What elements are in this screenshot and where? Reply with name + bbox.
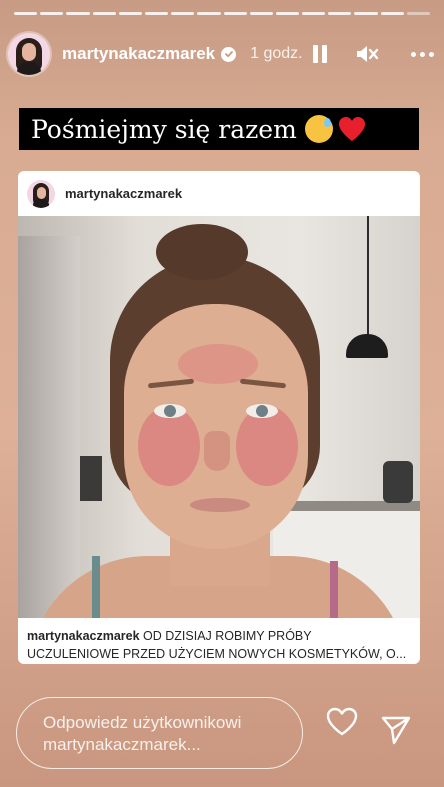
story-header: martynakaczmarek 1 godz.: [8, 30, 434, 78]
send-icon[interactable]: [380, 714, 412, 746]
mute-icon[interactable]: [355, 43, 379, 65]
post-caption-username: martynakaczmarek: [27, 629, 140, 643]
post-username[interactable]: martynakaczmarek: [65, 186, 182, 201]
shared-post-card[interactable]: martynakaczmarek martynakaczmarek OD DZI…: [18, 171, 420, 664]
progress-segment: [275, 12, 300, 15]
heart-icon[interactable]: [325, 706, 359, 738]
avatar[interactable]: [8, 33, 50, 75]
story-timestamp: 1 godz.: [250, 45, 303, 62]
progress-segment: [40, 12, 64, 15]
story-username[interactable]: martynakaczmarek: [62, 44, 215, 64]
progress-segment: [92, 12, 116, 15]
story-caption-banner: Pośmiejmy się razem: [19, 108, 419, 150]
progress-segment: [406, 12, 430, 15]
post-header: martynakaczmarek: [18, 171, 420, 216]
post-photo[interactable]: [18, 216, 420, 618]
progress-segment: [223, 12, 247, 15]
progress-segment: [144, 12, 169, 15]
progress-segment: [66, 12, 90, 15]
reply-input[interactable]: Odpowiedz użytkownikowi martynakaczmarek…: [16, 697, 303, 769]
progress-segment: [249, 12, 273, 15]
more-icon[interactable]: [411, 51, 434, 57]
sweat-smile-emoji: [304, 115, 333, 143]
progress-segment: [328, 12, 352, 15]
red-heart-emoji: [338, 117, 365, 141]
progress-segment: [302, 12, 326, 15]
pause-icon[interactable]: [312, 45, 327, 63]
story-caption-text: Pośmiejmy się razem: [31, 114, 297, 144]
post-caption-text-line1: OD DZISIAJ ROBIMY PRÓBY: [139, 629, 312, 643]
progress-segment: [380, 12, 404, 15]
post-avatar[interactable]: [27, 179, 55, 208]
verified-badge-icon: [221, 46, 237, 62]
story-progress-bar: [14, 12, 430, 15]
progress-segment: [354, 12, 378, 15]
progress-segment: [197, 12, 221, 15]
progress-segment: [171, 12, 195, 15]
post-caption-text-line2: UCZULENIOWE PRZED UŻYCIEM NOWYCH KOSMETY…: [27, 647, 407, 661]
progress-segment: [118, 12, 142, 15]
progress-segment: [14, 12, 38, 15]
post-caption: martynakaczmarek OD DZISIAJ ROBIMY PRÓBY…: [18, 618, 420, 663]
